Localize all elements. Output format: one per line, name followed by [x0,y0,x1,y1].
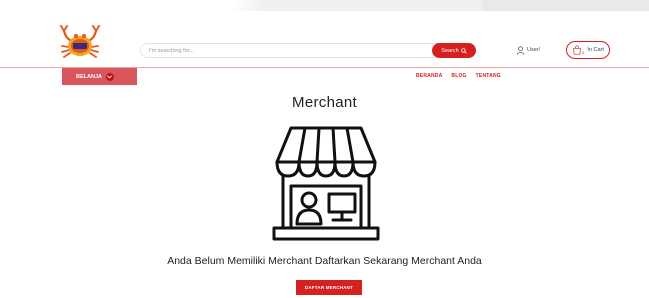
category-menu-label: BELANJA [76,73,102,80]
top-strip [0,0,649,11]
page-title: Merchant [292,94,357,111]
nav-item-blog[interactable]: BLOG [451,73,466,79]
cart-label: In Cart [587,47,604,53]
shopping-bag-icon [573,45,581,55]
search-input[interactable] [149,45,419,56]
nav-item-beranda[interactable]: BERANDA [416,73,442,79]
search-icon [460,47,467,54]
register-merchant-button[interactable]: DAFTAR MERCHANT [296,280,362,295]
user-link-label: User! [527,47,541,53]
top-strip-shade [232,0,482,11]
storefront-icon [272,126,380,241]
cart-button[interactable]: 0 In Cart [566,41,610,59]
cart-count: 0 [582,49,585,55]
chevron-down-icon [105,72,114,81]
top-strip-shade-dark [482,0,649,11]
search-button[interactable]: Search [432,43,476,58]
crab-logo-icon[interactable] [58,25,102,59]
nav-item-tentang[interactable]: TENTANG [476,73,501,79]
search-button-label: Search [441,47,459,54]
no-merchant-message: Anda Belum Memiliki Merchant Daftarkan S… [167,255,482,267]
user-icon [516,45,525,55]
category-menu-button[interactable]: BELANJA [62,68,137,85]
user-account-link[interactable]: User! [516,43,540,57]
main-nav: BERANDA BLOG TENTANG [416,73,501,79]
site-header: Search User! 0 In Cart [0,11,649,67]
search-box [140,43,475,58]
